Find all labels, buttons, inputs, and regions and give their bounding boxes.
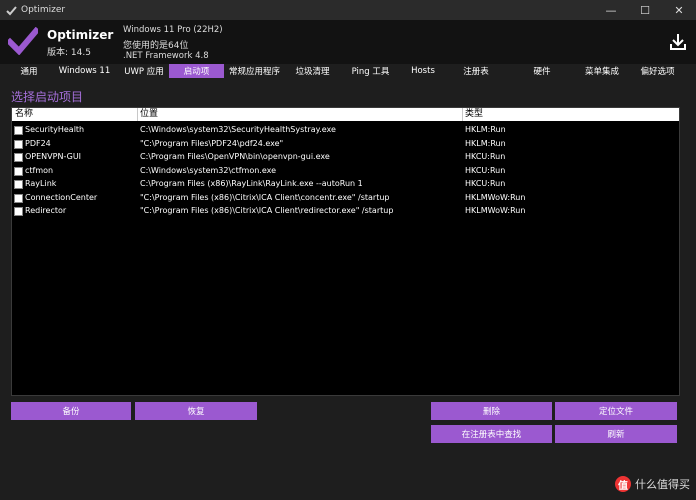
- app-check-icon: [5, 4, 17, 16]
- restore-button[interactable]: 恢复: [135, 402, 257, 420]
- table-header: 名称 位置 类型: [12, 108, 679, 121]
- section-title: 选择启动项目: [11, 90, 84, 104]
- tab-ping[interactable]: Ping 工具: [340, 64, 401, 78]
- table-row[interactable]: ctfmon C:\Windows\system32\ctfmon.exe HK…: [12, 164, 679, 177]
- row-location: C:\Program Files (x86)\RayLink\RayLink.e…: [140, 179, 363, 188]
- table-row[interactable]: Redirector "C:\Program Files (x86)\Citri…: [12, 204, 679, 217]
- title-bar: Optimizer: [0, 0, 696, 20]
- window-title: Optimizer: [21, 5, 66, 15]
- app-version: 版本: 14.5: [47, 48, 91, 58]
- backup-button[interactable]: 备份: [11, 402, 131, 420]
- row-location: C:\Windows\system32\ctfmon.exe: [140, 165, 277, 175]
- row-name: ctfmon: [25, 165, 54, 175]
- locate-file-button[interactable]: 定位文件: [555, 402, 677, 420]
- row-name: ConnectionCenter: [25, 192, 98, 202]
- row-name: RayLink: [25, 179, 57, 188]
- row-type: HKCU:Run: [465, 152, 506, 161]
- row-name: Redirector: [25, 206, 67, 215]
- tab-hosts[interactable]: Hosts: [401, 64, 445, 78]
- row-type: HKLM:Run: [465, 138, 506, 148]
- framework-info: .NET Framework 4.8: [123, 51, 209, 61]
- arch-info: 您使用的是64位: [123, 41, 189, 51]
- row-checkbox[interactable]: [14, 139, 23, 149]
- check-logo-icon: [8, 27, 38, 55]
- close-button[interactable]: ✕: [662, 0, 696, 20]
- row-checkbox[interactable]: [14, 180, 23, 189]
- table-row[interactable]: PDF24 "C:\Program Files\PDF24\pdf24.exe"…: [12, 137, 679, 150]
- tab-cleaner[interactable]: 垃圾清理: [285, 64, 340, 78]
- row-type: HKLMWoW:Run: [465, 206, 526, 215]
- table-row[interactable]: ConnectionCenter "C:\Program Files (x86)…: [12, 191, 679, 204]
- row-checkbox[interactable]: [14, 193, 23, 203]
- row-checkbox[interactable]: [14, 166, 23, 176]
- row-checkbox[interactable]: [14, 153, 23, 162]
- table-row[interactable]: SecurityHealth C:\Windows\system32\Secur…: [12, 123, 679, 136]
- app-name: Optimizer: [47, 28, 114, 42]
- tab-integrator[interactable]: 菜单集成: [577, 64, 627, 78]
- tab-registry[interactable]: 注册表: [445, 64, 507, 78]
- tab-options[interactable]: 偏好选项: [627, 64, 688, 78]
- tab-uwp[interactable]: UWP 应用: [119, 64, 169, 78]
- row-type: HKLMWoW:Run: [465, 192, 526, 202]
- minimize-button[interactable]: —: [594, 0, 628, 20]
- os-info: Windows 11 Pro (22H2): [123, 25, 223, 35]
- row-checkbox[interactable]: [14, 126, 23, 135]
- window-controls: — ☐ ✕: [594, 0, 696, 20]
- row-location: C:\Windows\system32\SecurityHealthSystra…: [140, 125, 336, 134]
- refresh-button[interactable]: 刷新: [555, 425, 677, 443]
- tab-hardware[interactable]: 硬件: [507, 64, 577, 78]
- app-header: [0, 20, 696, 64]
- column-header-name[interactable]: 名称: [12, 108, 138, 121]
- row-name: PDF24: [25, 138, 51, 148]
- startup-items-table: 名称 位置 类型 SecurityHealth C:\Windows\syste…: [11, 107, 680, 396]
- tab-general[interactable]: 通用: [8, 64, 50, 78]
- table-row[interactable]: RayLink C:\Program Files (x86)\RayLink\R…: [12, 177, 679, 190]
- row-location: "C:\Program Files (x86)\Citrix\ICA Clien…: [140, 192, 390, 202]
- find-in-registry-button[interactable]: 在注册表中查找: [431, 425, 552, 443]
- column-header-location[interactable]: 位置: [137, 108, 463, 121]
- row-name: SecurityHealth: [25, 125, 85, 134]
- delete-button[interactable]: 删除: [431, 402, 552, 420]
- row-type: HKCU:Run: [465, 165, 506, 175]
- row-location: "C:\Program Files (x86)\Citrix\ICA Clien…: [140, 206, 394, 215]
- row-name: OPENVPN-GUI: [25, 152, 82, 161]
- download-icon[interactable]: [669, 33, 687, 51]
- table-row[interactable]: OPENVPN-GUI C:\Program Files\OpenVPN\bin…: [12, 150, 679, 163]
- tab-apps[interactable]: 常规应用程序: [224, 64, 285, 78]
- row-checkbox[interactable]: [14, 207, 23, 216]
- column-header-type[interactable]: 类型: [462, 108, 679, 121]
- tab-bar: 通用 Windows 11 UWP 应用 启动项 常规应用程序 垃圾清理 Pin…: [8, 64, 688, 78]
- tab-windows11[interactable]: Windows 11: [50, 64, 119, 78]
- row-location: "C:\Program Files\PDF24\pdf24.exe": [140, 138, 284, 148]
- watermark: 值 什么值得买: [615, 476, 690, 492]
- row-type: HKCU:Run: [465, 179, 506, 188]
- watermark-logo-icon: 值: [615, 476, 631, 492]
- row-location: C:\Program Files\OpenVPN\bin\openvpn-gui…: [140, 152, 330, 161]
- tab-startup[interactable]: 启动项: [169, 64, 224, 78]
- watermark-text: 什么值得买: [635, 478, 690, 491]
- maximize-button[interactable]: ☐: [628, 0, 662, 20]
- row-type: HKLM:Run: [465, 125, 506, 134]
